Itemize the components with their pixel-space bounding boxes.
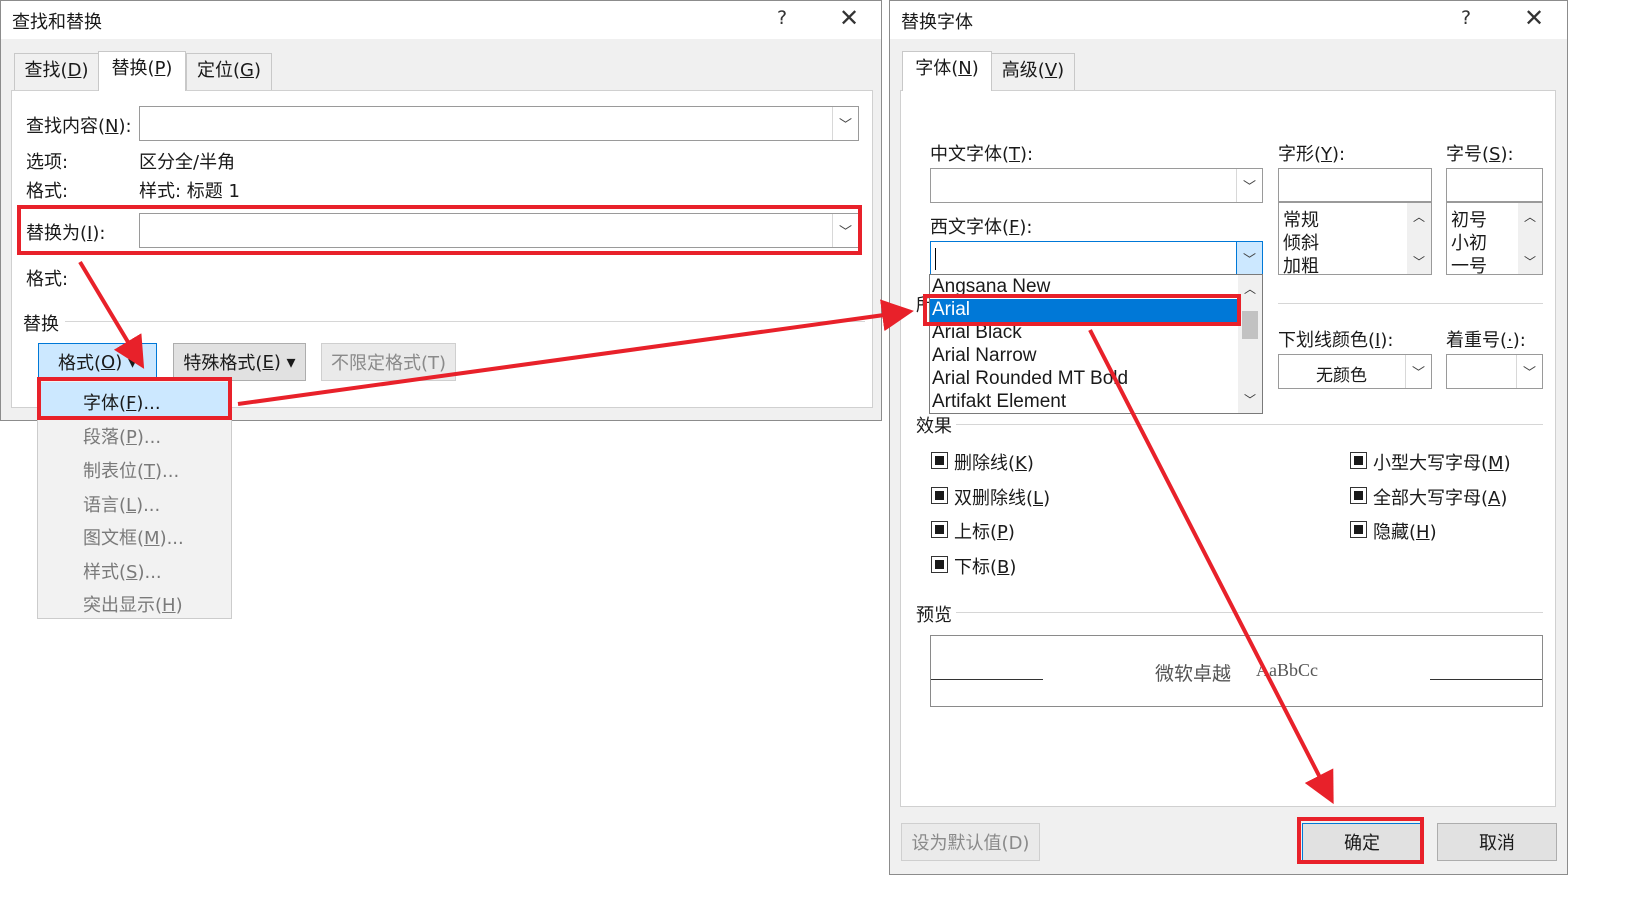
chevron-down-icon[interactable]: ﹀ — [1516, 355, 1542, 388]
superscript-checkbox[interactable] — [931, 521, 948, 538]
scrollbar-thumb[interactable] — [1242, 311, 1258, 339]
divider — [1278, 303, 1543, 304]
double-strikethrough-label: 双删除线(L) — [954, 488, 1051, 509]
font-dialog-titlebar: 替换字体 ? ✕ — [890, 1, 1567, 39]
menu-item-paragraph[interactable]: 段落(P)... — [83, 423, 161, 449]
no-format-button[interactable]: 不限定格式(T) — [321, 343, 456, 381]
size-label: 字号(S): — [1446, 144, 1514, 165]
size-input[interactable] — [1446, 168, 1543, 202]
chevron-down-icon[interactable]: ﹀ — [1236, 242, 1262, 275]
preview-baseline-right — [1430, 679, 1542, 680]
chinese-font-select[interactable]: ﹀ — [930, 168, 1263, 203]
subscript-label: 下标(B) — [954, 557, 1017, 578]
subscript-checkbox[interactable] — [931, 556, 948, 573]
chevron-down-icon[interactable]: ﹀ — [832, 107, 858, 140]
section-divider — [65, 321, 865, 322]
find-input[interactable]: ﹀ — [139, 106, 859, 141]
annotation-box-arial — [923, 294, 1241, 326]
list-item[interactable]: 加粗 — [1283, 252, 1319, 274]
all-caps-label: 全部大写字母(A) — [1373, 488, 1508, 509]
chevron-down-icon[interactable]: ﹀ — [1518, 253, 1542, 270]
preview-baseline-left — [931, 679, 1043, 680]
format-value: 样式: 标题 1 — [139, 181, 240, 202]
tab-replace[interactable]: 替换(P) — [98, 51, 186, 91]
style-scrollbar[interactable]: ︿ ﹀ — [1407, 203, 1431, 274]
find-replace-titlebar: 查找和替换 ? ✕ — [1, 1, 881, 39]
chinese-font-label: 中文字体(T): — [930, 144, 1034, 165]
preview-box: 微软卓越 AaBbCc — [930, 635, 1543, 707]
strikethrough-checkbox[interactable] — [931, 452, 948, 469]
tab-advanced[interactable]: 高级(V) — [991, 53, 1075, 90]
menu-item-language[interactable]: 语言(L)... — [83, 491, 160, 517]
strikethrough-label: 删除线(K) — [954, 453, 1034, 474]
tab-find[interactable]: 查找(D) — [14, 53, 99, 90]
underline-color-select[interactable]: 无颜色 ﹀ — [1278, 354, 1432, 389]
emphasis-label: 着重号(·): — [1446, 330, 1526, 351]
menu-item-tabs[interactable]: 制表位(T)... — [83, 457, 179, 483]
emphasis-select[interactable]: ﹀ — [1446, 354, 1543, 389]
find-replace-title: 查找和替换 — [12, 12, 102, 33]
size-scrollbar[interactable]: ︿ ﹀ — [1518, 203, 1542, 274]
font-option[interactable]: Artifakt Element — [932, 391, 1066, 413]
set-default-button[interactable]: 设为默认值(D) — [901, 823, 1040, 861]
help-icon[interactable]: ? — [777, 7, 787, 29]
hidden-checkbox[interactable] — [1350, 521, 1367, 538]
annotation-box-font-menu-item — [37, 377, 232, 420]
western-font-label: 西文字体(F): — [930, 217, 1033, 238]
chevron-down-icon[interactable]: ﹀ — [1407, 253, 1431, 270]
annotation-box-ok-button — [1297, 817, 1424, 864]
list-item[interactable]: 一号 — [1451, 252, 1487, 274]
chevron-up-icon[interactable]: ︿ — [1407, 208, 1431, 225]
cancel-button[interactable]: 取消 — [1437, 823, 1557, 861]
style-label: 字形(Y): — [1278, 144, 1346, 165]
font-dialog: 替换字体 ? ✕ 字体(N) 高级(V) 中文字体(T): ﹀ 字形(Y): 常… — [889, 0, 1568, 875]
superscript-label: 上标(P) — [954, 522, 1015, 543]
chevron-down-icon[interactable]: ﹀ — [1238, 391, 1262, 408]
font-option[interactable]: Arial Rounded MT Bold — [932, 368, 1128, 390]
size-list[interactable]: 初号 小初 一号 ︿ ﹀ — [1446, 202, 1543, 275]
chevron-up-icon[interactable]: ︿ — [1238, 280, 1262, 297]
font-list-scrollbar[interactable]: ︿ ﹀ — [1238, 275, 1262, 413]
preview-divider — [956, 612, 1543, 613]
western-font-select[interactable]: ﹀ — [930, 241, 1263, 276]
style-input[interactable] — [1278, 168, 1432, 202]
replace-section-label: 替换 — [23, 314, 59, 335]
style-list[interactable]: 常规 倾斜 加粗 ︿ ﹀ — [1278, 202, 1432, 275]
double-strikethrough-checkbox[interactable] — [931, 487, 948, 504]
preview-text-latin: AaBbCc — [1256, 660, 1318, 680]
effects-label: 效果 — [916, 416, 952, 437]
all-caps-checkbox[interactable] — [1350, 487, 1367, 504]
close-icon[interactable]: ✕ — [1524, 4, 1544, 32]
effects-divider — [956, 424, 1543, 425]
replace-format-label: 格式: — [26, 269, 69, 290]
chevron-down-icon[interactable]: ﹀ — [1405, 355, 1431, 388]
tab-goto[interactable]: 定位(G) — [186, 53, 272, 90]
text-cursor — [935, 248, 936, 270]
chevron-down-icon[interactable]: ﹀ — [1236, 169, 1262, 202]
format-button[interactable]: 格式(O) ▾ — [38, 343, 157, 381]
menu-item-highlight[interactable]: 突出显示(H) — [83, 591, 183, 617]
special-format-button[interactable]: 特殊格式(E) ▾ — [173, 343, 306, 381]
options-value: 区分全/半角 — [139, 152, 236, 173]
chevron-up-icon[interactable]: ︿ — [1518, 208, 1542, 225]
font-dialog-title: 替换字体 — [901, 12, 973, 33]
menu-item-frame[interactable]: 图文框(M)... — [83, 524, 184, 550]
options-label: 选项: — [26, 152, 69, 173]
annotation-box-replace-field — [17, 205, 862, 255]
menu-item-style[interactable]: 样式(S)... — [83, 558, 162, 584]
close-icon[interactable]: ✕ — [839, 4, 859, 32]
find-label: 查找内容(N): — [26, 116, 132, 137]
underline-color-label: 下划线颜色(I): — [1278, 330, 1394, 351]
small-caps-label: 小型大写字母(M) — [1373, 453, 1511, 474]
small-caps-checkbox[interactable] — [1350, 452, 1367, 469]
tab-font[interactable]: 字体(N) — [902, 51, 992, 91]
format-label: 格式: — [26, 181, 69, 202]
hidden-label: 隐藏(H) — [1373, 522, 1437, 543]
preview-label: 预览 — [916, 605, 952, 626]
help-icon[interactable]: ? — [1461, 7, 1471, 29]
font-option[interactable]: Arial Narrow — [932, 345, 1037, 367]
preview-text-chinese: 微软卓越 — [1155, 663, 1232, 685]
